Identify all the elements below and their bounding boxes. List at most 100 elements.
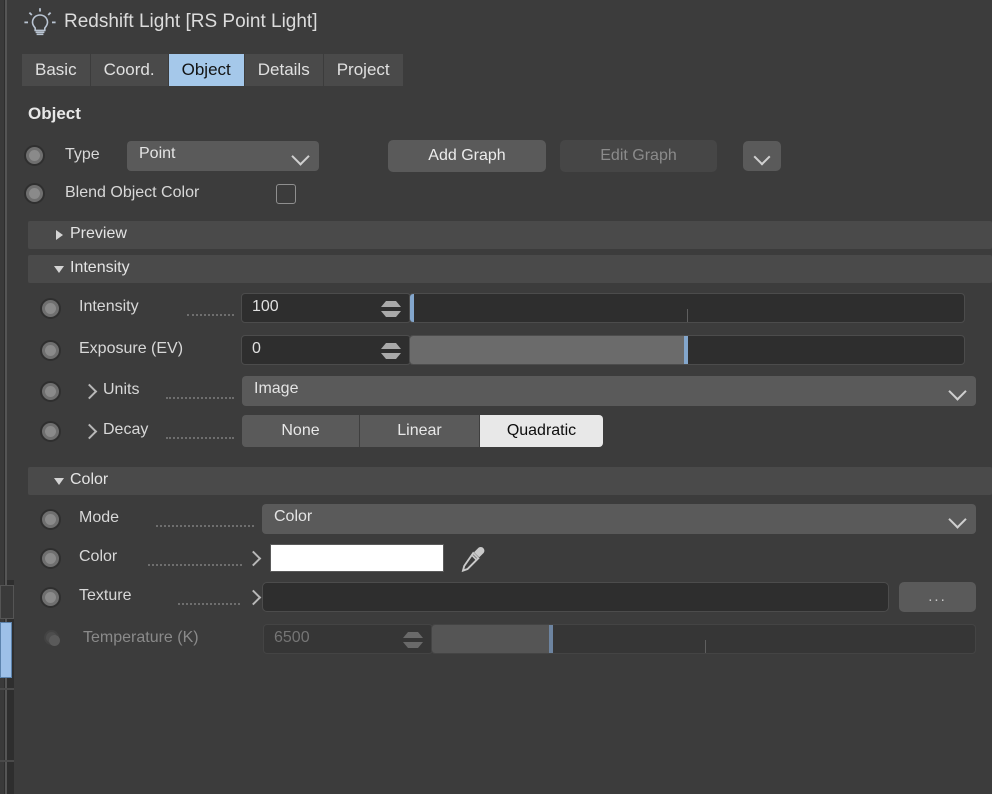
type-dropdown[interactable]: Point — [127, 141, 319, 171]
temperature-spinner-down-icon — [403, 642, 423, 648]
intensity-slider-handle[interactable] — [410, 294, 414, 322]
section-intensity[interactable]: Intensity — [28, 255, 992, 283]
units-animation-track-dot[interactable] — [40, 381, 61, 402]
color-animation-track-dot[interactable] — [40, 548, 61, 569]
panel-title: Redshift Light [RS Point Light] — [64, 11, 318, 32]
mode-label: Mode — [79, 509, 120, 526]
intensity-animation-track-dot[interactable] — [40, 298, 61, 319]
intensity-leader-dots — [187, 313, 234, 316]
chevron-down-icon — [291, 147, 310, 166]
redshift-light-properties-panel: Redshift Light [RS Point Light] Basic Co… — [14, 0, 992, 794]
intensity-slider-tick — [687, 309, 688, 322]
exposure-slider-fill — [410, 336, 687, 364]
row-type: Type Point Add Graph Edit Graph — [14, 138, 992, 176]
section-color-label: Color — [70, 471, 109, 488]
section-preview-label: Preview — [70, 225, 127, 242]
triangle-down-icon — [54, 266, 64, 273]
intensity-value: 100 — [252, 298, 279, 315]
temperature-animation-track-dot — [44, 630, 60, 646]
edit-graph-button: Edit Graph — [560, 140, 717, 172]
add-graph-button[interactable]: Add Graph — [388, 140, 546, 172]
type-animation-track-dot[interactable] — [24, 145, 45, 166]
exposure-spinner-down-icon[interactable] — [381, 353, 401, 359]
texture-input[interactable] — [262, 582, 889, 612]
exposure-number-field[interactable]: 0 — [241, 335, 411, 365]
triangle-right-icon — [56, 230, 63, 240]
units-leader-dots — [166, 396, 234, 399]
tab-strip: Basic Coord. Object Details Project — [22, 54, 403, 86]
color-leader-dots — [148, 563, 242, 566]
color-swatch[interactable] — [270, 544, 444, 572]
exposure-slider-handle[interactable] — [684, 336, 688, 364]
units-dropdown-value: Image — [254, 380, 299, 397]
mode-leader-dots — [156, 524, 254, 527]
temperature-number-field: 6500 — [263, 624, 433, 654]
temperature-value: 6500 — [274, 629, 310, 646]
gutter-selected-item[interactable] — [0, 622, 12, 678]
mode-animation-track-dot[interactable] — [40, 509, 61, 530]
light-bulb-icon — [24, 8, 56, 36]
temperature-label: Temperature (K) — [83, 629, 199, 646]
exposure-spinner-up-icon[interactable] — [381, 343, 401, 349]
mode-dropdown-value: Color — [274, 508, 313, 525]
decay-segmented-control: None Linear Quadratic — [242, 415, 603, 447]
temperature-slider-fill — [432, 625, 550, 653]
texture-browse-button[interactable]: ... — [899, 582, 976, 612]
row-exposure: Exposure (EV) 0 — [14, 335, 992, 373]
texture-leader-dots — [178, 602, 240, 605]
gutter-divider-upper — [0, 688, 14, 690]
decay-option-quadratic[interactable]: Quadratic — [480, 415, 603, 447]
texture-expand-chevron-icon[interactable] — [245, 589, 262, 606]
tab-coord[interactable]: Coord. — [90, 54, 169, 86]
exposure-animation-track-dot[interactable] — [40, 340, 61, 361]
blend-object-color-label: Blend Object Color — [65, 184, 200, 201]
row-blend-object-color: Blend Object Color — [14, 176, 992, 214]
tab-project[interactable]: Project — [323, 54, 403, 86]
object-group-heading: Object — [28, 104, 81, 123]
tab-basic[interactable]: Basic — [22, 54, 91, 86]
exposure-label: Exposure (EV) — [79, 340, 184, 357]
intensity-spinner-up-icon[interactable] — [381, 301, 401, 307]
gutter-divider-lower — [0, 760, 14, 762]
decay-animation-track-dot[interactable] — [40, 421, 61, 442]
type-dropdown-value: Point — [139, 145, 176, 162]
panel-titlebar: Redshift Light [RS Point Light] — [14, 0, 992, 47]
decay-leader-dots — [166, 436, 234, 439]
row-color: Color — [14, 543, 992, 581]
blend-object-color-animation-track-dot[interactable] — [24, 183, 45, 204]
gutter-panel-item[interactable] — [0, 585, 14, 619]
section-preview[interactable]: Preview — [28, 221, 992, 249]
tab-object[interactable]: Object — [168, 54, 245, 86]
row-intensity: Intensity 100 — [14, 293, 992, 331]
decay-label: Decay — [103, 421, 149, 438]
units-expand-chevron-icon[interactable] — [81, 383, 98, 400]
chevron-down-icon — [948, 382, 967, 401]
decay-option-none[interactable]: None — [242, 415, 360, 447]
section-color[interactable]: Color — [28, 467, 992, 495]
temperature-slider — [431, 624, 976, 654]
chevron-down-icon — [948, 510, 967, 529]
temperature-slider-tick — [705, 640, 706, 653]
graph-menu-dropdown-button[interactable] — [743, 141, 781, 171]
decay-option-linear[interactable]: Linear — [360, 415, 480, 447]
temperature-spinner-up-icon — [403, 632, 423, 638]
row-temperature: Temperature (K) 6500 — [14, 624, 992, 662]
row-decay: Decay None Linear Quadratic — [14, 415, 992, 454]
tab-details[interactable]: Details — [244, 54, 324, 86]
section-intensity-label: Intensity — [70, 259, 130, 276]
type-label: Type — [65, 146, 100, 163]
triangle-down-icon — [54, 478, 64, 485]
intensity-number-field[interactable]: 100 — [241, 293, 411, 323]
decay-expand-chevron-icon[interactable] — [81, 423, 98, 440]
units-dropdown[interactable]: Image — [242, 376, 976, 406]
intensity-spinner-down-icon[interactable] — [381, 311, 401, 317]
eyedropper-icon[interactable] — [457, 544, 487, 574]
blend-object-color-checkbox[interactable] — [276, 184, 296, 204]
row-texture: Texture ... — [14, 582, 992, 620]
intensity-slider[interactable] — [409, 293, 965, 323]
texture-animation-track-dot[interactable] — [40, 587, 61, 608]
exposure-slider[interactable] — [409, 335, 965, 365]
mode-dropdown[interactable]: Color — [262, 504, 976, 534]
color-expand-chevron-icon[interactable] — [245, 550, 262, 567]
row-mode: Mode Color — [14, 504, 992, 542]
